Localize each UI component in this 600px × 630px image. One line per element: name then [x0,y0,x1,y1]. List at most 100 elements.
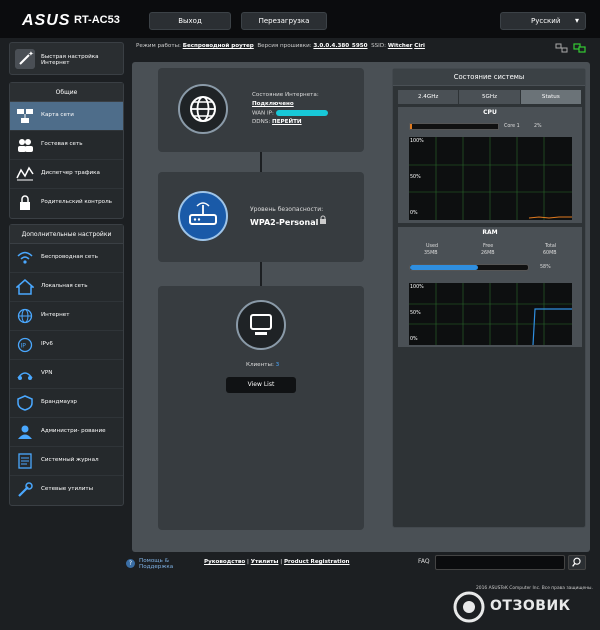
security-level-value: WPA2-Personal [250,218,319,227]
magic-wand-icon: ✦ [15,49,35,69]
wan-ip-redacted [275,110,328,116]
general-menu: Общие Карта сети Гостевая сеть Диспетчер… [9,82,124,219]
ram-bar [409,264,529,271]
otzovik-watermark-text: ОТЗОВИК [490,598,571,614]
view-list-button[interactable]: View List [226,377,296,393]
help-support-link[interactable]: Помощь & Поддержка [139,558,189,570]
sidebar-item-parental-control[interactable]: Родительский контроль [10,189,123,218]
chevron-down-icon: ▾ [574,16,579,25]
firewall-icon [17,395,33,411]
sidebar-item-guest-network[interactable]: Гостевая сеть [10,131,123,160]
sidebar-item-ipv6[interactable]: IP IPv6 [10,331,123,360]
quick-setup-label: Быстрая настройка Интернет [41,54,99,66]
router-button[interactable] [178,191,228,241]
advanced-header: Дополнительные настройки [10,225,123,244]
clients-count: 3 [275,362,280,368]
lock-icon [320,215,326,224]
sidebar-item-label: Карта сети [41,112,74,118]
ram-free-value: 26MB [481,251,495,256]
tab-status[interactable]: Status [520,90,582,104]
clients-button[interactable] [236,300,286,350]
sidebar-item-system-log[interactable]: Системный журнал [10,447,123,476]
ram-used-value: 35MB [424,251,438,256]
security-card[interactable]: Уровень безопасности: WPA2-Personal [158,172,364,262]
log-icon [18,453,32,469]
ram-graph: 100% 50% 0% [409,283,572,345]
clients-card[interactable]: Клиенты: 3 View List [158,286,364,530]
advanced-menu: Дополнительные настройки Беспроводная се… [9,224,124,506]
sidebar-item-network-tools[interactable]: Сетевые утилиты [10,476,123,505]
sidebar-item-label: Брандмауэр [41,399,77,405]
sidebar-item-label: Диспетчер трафика [41,170,100,176]
cpu-core-fill [410,124,412,129]
cpu-graph-label-max: 100% [410,139,424,144]
sidebar-item-lan[interactable]: Локальная сеть [10,273,123,302]
network-status-icon[interactable] [573,42,587,54]
ssid-label: SSID: [371,43,387,49]
globe-icon [17,308,33,324]
internet-status-link[interactable]: Подключено [252,101,294,107]
sidebar-item-label: Родительский контроль [41,199,112,205]
usb-status-icon[interactable] [555,42,569,54]
asus-logo: ASUS [22,12,71,29]
tools-icon [18,482,33,497]
sidebar-item-vpn[interactable]: VPN [10,360,123,389]
firmware-link[interactable]: 3.0.0.4.380_5950 [313,43,367,49]
wireless-icon [17,251,33,264]
faq-search-input[interactable] [435,555,565,570]
reboot-button[interactable]: Перезагрузка [241,12,327,30]
help-icon: ? [126,559,135,568]
sidebar-item-network-map[interactable]: Карта сети [10,102,123,131]
svg-text:IP: IP [21,343,27,350]
ram-total-value: 60MB [543,251,557,256]
firmware-label: Версия прошивки: [257,43,312,49]
cpu-core-percent: 2% [534,124,542,129]
tab-2-4ghz[interactable]: 2.4GHz [398,90,460,104]
ssid-link-1[interactable]: Witcher [388,43,413,49]
sidebar-item-label: Администри- рование [41,428,106,434]
ram-graph-label-mid: 50% [410,311,421,316]
cpu-graph-label-min: 0% [410,211,418,216]
ram-graph-label-max: 100% [410,285,424,290]
product-registration-link[interactable]: Product Registration [284,559,350,565]
sidebar-item-label: IPv6 [41,341,53,347]
security-level-label: Уровень безопасности: [250,206,324,213]
guest-network-icon [18,139,33,152]
quick-internet-setup-button[interactable]: ✦ Быстрая настройка Интернет [9,42,124,75]
cpu-graph-label-mid: 50% [410,175,421,180]
utilities-link[interactable]: Утилиты [251,559,279,565]
ram-section: RAM Used 35MB Free 26MB Total 60MB 58% 1… [398,227,582,347]
internet-globe-button[interactable] [178,84,228,134]
cpu-title: CPU [483,109,497,116]
sidebar-item-traffic-manager[interactable]: Диспетчер трафика [10,160,123,189]
sidebar-item-firewall[interactable]: Брандмауэр [10,389,123,418]
ssid-link-2[interactable]: Ciri [414,43,425,49]
sidebar-item-label: Интернет [41,312,70,318]
mode-link[interactable]: Беспроводной роутер [183,43,254,49]
ram-graph-label-min: 0% [410,337,418,342]
sidebar-item-label: Сетевые утилиты [41,486,94,492]
sidebar-item-administration[interactable]: Администри- рование [10,418,123,447]
vpn-icon [17,372,33,380]
ram-title: RAM [482,229,498,236]
ram-graph-line [532,308,572,345]
network-map-icon [17,109,33,123]
language-select[interactable]: Русский ▾ [500,12,586,30]
ipv6-icon: IP [17,337,33,353]
tab-5ghz[interactable]: 5GHz [459,90,521,104]
ddns-label: DDNS: [252,119,271,125]
router-icon [189,202,217,225]
ddns-go-link[interactable]: ПЕРЕЙТИ [272,119,302,125]
faq-search-button[interactable] [568,555,586,570]
system-status-title: Состояние системы [393,69,585,86]
manual-link[interactable]: Руководство [204,559,245,565]
internet-status-label: Состояние Интернета: [252,92,319,98]
otzovik-logo-icon [453,591,485,623]
sidebar-item-wireless[interactable]: Беспроводная сеть [10,244,123,273]
sidebar-item-internet[interactable]: Интернет [10,302,123,331]
status-tabs: 2.4GHz 5GHz Status [398,90,582,104]
internet-status-card[interactable]: Состояние Интернета: Подключено WAN IP: … [158,68,364,152]
logout-button[interactable]: Выход [149,12,231,30]
status-icons [555,42,595,56]
connector-line [260,262,262,286]
